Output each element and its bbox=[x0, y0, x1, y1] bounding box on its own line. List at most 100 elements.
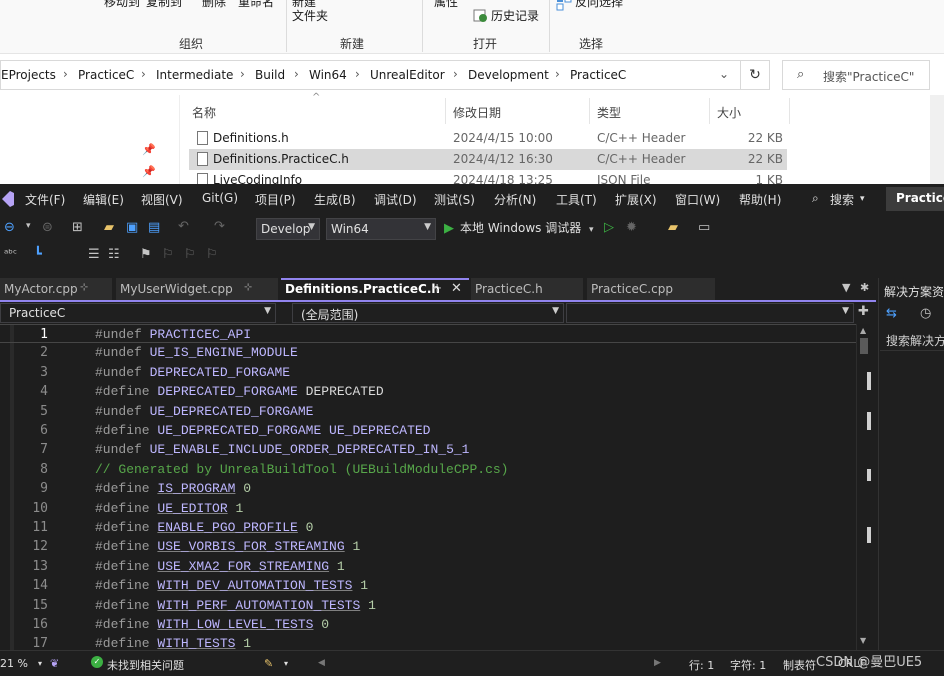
uncomment-icon[interactable]: ☷ bbox=[108, 247, 120, 262]
code-line[interactable]: 15 #define WITH_PERF_AUTOMATION_TESTS 1 bbox=[0, 596, 856, 615]
sync-icon[interactable]: ⇆ bbox=[886, 306, 897, 321]
tab-myuserwidget[interactable]: MyUserWidget.cpp ⊹ bbox=[116, 278, 278, 300]
browse-folder-icon[interactable]: ▰ bbox=[668, 220, 678, 235]
tab-myactor[interactable]: MyActor.cpp ⊹ bbox=[0, 278, 112, 300]
address-bar[interactable]: EProjects › PracticeC › Intermediate › B… bbox=[0, 60, 765, 90]
search-input[interactable]: ⌕ 搜索"PracticeC" bbox=[782, 60, 930, 90]
menu-edit[interactable]: 编辑(E) bbox=[83, 191, 124, 208]
breadcrumb-item[interactable]: Intermediate bbox=[156, 68, 233, 82]
tab-definitions[interactable]: Definitions.PracticeC.h ⊹ ✕ bbox=[281, 278, 469, 300]
pin-icon[interactable]: ⊹ bbox=[244, 282, 252, 293]
cleanup-brush-icon[interactable]: ✎ bbox=[264, 657, 273, 670]
code-line[interactable]: 6 #define UE_DEPRECATED_FORGAME UE_DEPREC… bbox=[0, 421, 856, 440]
copilot-icon[interactable]: ❦ bbox=[50, 657, 59, 670]
code-line[interactable]: 9 #define IS_PROGRAM 0 bbox=[0, 479, 856, 498]
scroll-up-icon[interactable]: ▲ bbox=[860, 326, 866, 335]
history-button[interactable]: 历史记录 bbox=[491, 7, 539, 24]
breadcrumb-item[interactable]: PracticeC bbox=[570, 68, 626, 82]
breadcrumb-item[interactable]: UnrealEditor bbox=[370, 68, 445, 82]
undo-icon[interactable]: ↶ bbox=[178, 219, 189, 234]
rename-button[interactable]: 重命名 bbox=[238, 0, 274, 10]
indent-mode[interactable]: 制表符 bbox=[783, 657, 816, 673]
tab-practicec-h[interactable]: PracticeC.h bbox=[471, 278, 583, 300]
invert-selection-button[interactable]: 反向选择 bbox=[575, 0, 623, 10]
gear-icon[interactable]: ✱ bbox=[860, 281, 869, 294]
scroll-down-icon[interactable]: ▼ bbox=[860, 636, 866, 645]
delete-button[interactable]: 删除 bbox=[202, 0, 226, 10]
window-layout-icon[interactable]: ▭ bbox=[698, 220, 710, 235]
column-name[interactable]: 名称 bbox=[192, 104, 216, 121]
pin-icon[interactable]: 📌 bbox=[142, 165, 156, 178]
menu-help[interactable]: 帮助(H) bbox=[739, 191, 781, 208]
copy-to-button[interactable]: 复制到 bbox=[146, 0, 182, 10]
split-icon[interactable]: ✚ bbox=[858, 304, 869, 319]
start-debugging-button[interactable]: ▶ 本地 Windows 调试器 ▾ bbox=[444, 219, 594, 239]
chevron-down-icon[interactable]: ▾ bbox=[38, 659, 42, 668]
explorer-scrollbar[interactable] bbox=[930, 95, 944, 184]
breadcrumb-item[interactable]: Development bbox=[468, 68, 549, 82]
menu-view[interactable]: 视图(V) bbox=[141, 191, 183, 208]
redo-icon[interactable]: ↷ bbox=[214, 219, 225, 234]
file-row[interactable]: Definitions.h 2024/4/15 10:00 C/C++ Head… bbox=[189, 128, 787, 149]
code-line[interactable]: 8 // Generated by UnrealBuildTool (UEBuil… bbox=[0, 460, 856, 479]
project-select[interactable]: PracticeC ▼ bbox=[0, 303, 276, 323]
properties-button[interactable]: 属性 bbox=[434, 0, 458, 10]
chevron-down-icon[interactable]: ▾ bbox=[284, 659, 288, 668]
editor-scrollbar[interactable]: ▲ ▼ bbox=[856, 324, 871, 650]
clear-bookmarks-icon[interactable]: ⚐ bbox=[206, 247, 218, 262]
column-divider[interactable] bbox=[589, 98, 590, 124]
configuration-select[interactable]: Develop ▼ bbox=[256, 218, 320, 240]
breadcrumb-item[interactable]: Build bbox=[255, 68, 285, 82]
save-icon[interactable]: ▣ bbox=[126, 220, 138, 235]
code-line[interactable]: 13 #define USE_XMA2_FOR_STREAMING 1 bbox=[0, 557, 856, 576]
scope-select[interactable]: (全局范围) ▼ bbox=[292, 303, 564, 323]
column-divider[interactable] bbox=[709, 98, 710, 124]
spell-check-icon[interactable]: ᵃᵇᶜ bbox=[4, 247, 17, 260]
code-line[interactable]: 3 #undef DEPRECATED_FORGAME bbox=[0, 363, 856, 382]
file-row[interactable]: Definitions.PracticeC.h 2024/4/12 16:30 … bbox=[189, 149, 787, 170]
menu-project[interactable]: 项目(P) bbox=[255, 191, 296, 208]
member-select[interactable]: ▼ bbox=[566, 303, 854, 323]
scroll-left-icon[interactable]: ◀ bbox=[318, 658, 325, 668]
menu-extensions[interactable]: 扩展(X) bbox=[615, 191, 657, 208]
code-line[interactable]: 14 #define WITH_DEV_AUTOMATION_TESTS 1 bbox=[0, 576, 856, 595]
prev-bookmark-icon[interactable]: ⚐ bbox=[162, 247, 174, 262]
new-item-icon[interactable]: ⊞ bbox=[72, 220, 83, 235]
move-to-button[interactable]: 移动到 bbox=[104, 0, 140, 10]
menu-window[interactable]: 窗口(W) bbox=[675, 191, 720, 208]
outline-icon[interactable]: ┗ bbox=[34, 247, 42, 262]
menu-build[interactable]: 生成(B) bbox=[314, 191, 356, 208]
global-search-button[interactable]: 搜索 bbox=[830, 191, 854, 208]
chevron-down-icon[interactable]: ▾ bbox=[26, 221, 31, 231]
code-editor[interactable]: 1 #undef PRACTICEC_API 2 #undef UE_IS_ENGIN… bbox=[0, 324, 856, 650]
issues-status[interactable]: 未找到相关问题 bbox=[107, 657, 184, 673]
tab-practicec-cpp[interactable]: PracticeC.cpp bbox=[587, 278, 715, 300]
start-without-debugging-icon[interactable]: ▷ bbox=[604, 220, 614, 235]
tab-list-icon[interactable]: ▼ bbox=[842, 281, 850, 294]
line-number[interactable]: 行: 1 bbox=[689, 657, 714, 673]
new-folder-label-line2[interactable]: 文件夹 bbox=[292, 7, 328, 24]
breadcrumb-item[interactable]: PracticeC bbox=[78, 68, 134, 82]
hot-reload-icon[interactable]: ✹ bbox=[626, 220, 637, 235]
menu-analyze[interactable]: 分析(N) bbox=[494, 191, 536, 208]
bookmark-icon[interactable]: ⚑ bbox=[140, 247, 152, 262]
solution-search-input[interactable]: 搜索解决方 bbox=[880, 329, 944, 351]
column-divider[interactable] bbox=[789, 98, 790, 124]
save-all-icon[interactable]: ▤ bbox=[148, 220, 160, 235]
pin-icon[interactable]: ⊹ bbox=[80, 282, 88, 293]
scroll-thumb[interactable] bbox=[860, 338, 868, 354]
scroll-right-icon[interactable]: ▶ bbox=[654, 658, 661, 668]
code-line[interactable]: 12 #define USE_VORBIS_FOR_STREAMING 1 bbox=[0, 537, 856, 556]
chevron-down-icon[interactable]: ⌄ bbox=[719, 67, 729, 81]
platform-select[interactable]: Win64 ▼ bbox=[326, 218, 436, 240]
column-type[interactable]: 类型 bbox=[597, 104, 621, 121]
next-bookmark-icon[interactable]: ⚐ bbox=[184, 247, 196, 262]
open-folder-icon[interactable]: ▰ bbox=[104, 220, 114, 235]
zoom-level[interactable]: 21 % bbox=[0, 657, 28, 670]
code-line[interactable]: 2 #undef UE_IS_ENGINE_MODULE bbox=[0, 343, 856, 362]
code-line[interactable]: 10 #define UE_EDITOR 1 bbox=[0, 499, 856, 518]
code-line[interactable]: 16 #define WITH_LOW_LEVEL_TESTS 0 bbox=[0, 615, 856, 634]
history-icon[interactable]: ◷ bbox=[920, 306, 931, 321]
column-date[interactable]: 修改日期 bbox=[453, 104, 501, 121]
column-size[interactable]: 大小 bbox=[717, 104, 741, 121]
